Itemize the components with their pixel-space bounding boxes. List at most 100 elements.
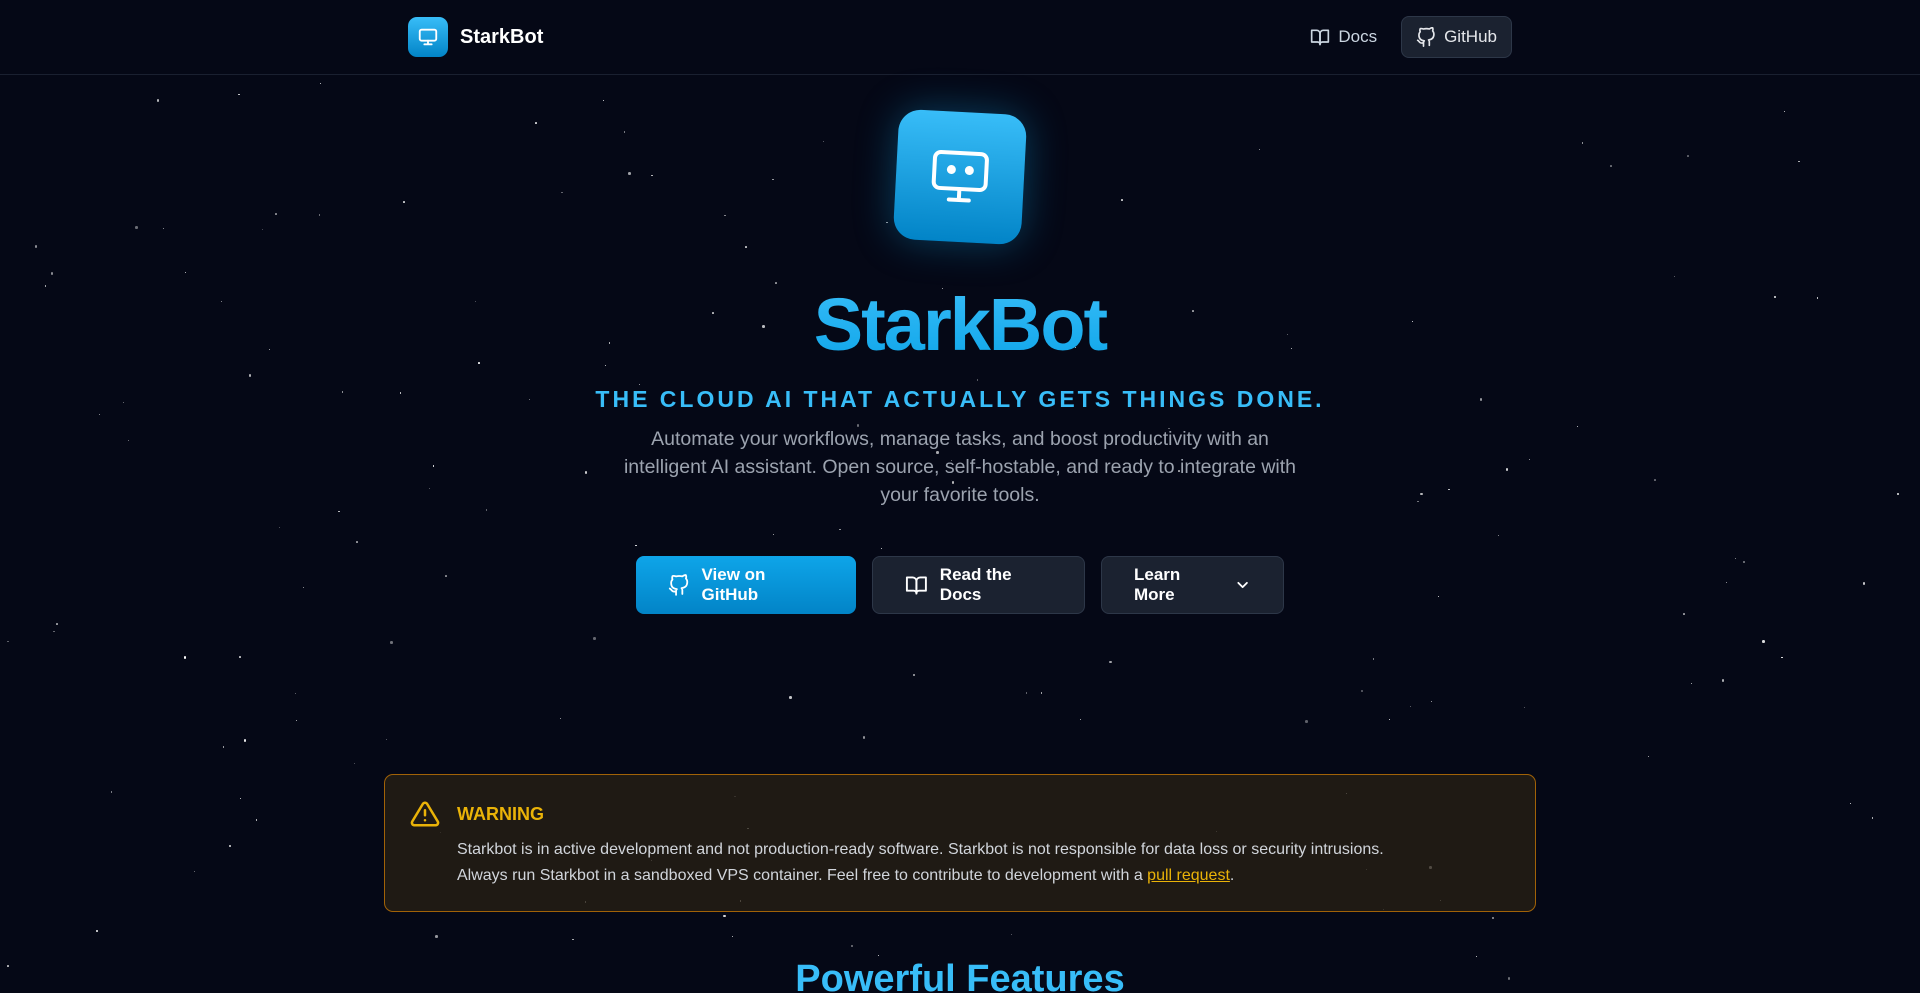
star — [385, 738, 387, 740]
star — [1849, 802, 1852, 805]
read-the-docs-label: Read the Docs — [939, 565, 1012, 604]
star — [561, 191, 563, 194]
star — [261, 228, 263, 231]
star — [628, 172, 631, 175]
star — [53, 631, 55, 633]
star — [1011, 933, 1013, 935]
view-on-github-button[interactable]: View on GitHub — [636, 556, 856, 614]
star — [1647, 756, 1649, 758]
star — [248, 374, 252, 377]
star — [295, 719, 298, 722]
nav-github-label: GitHub — [1444, 27, 1497, 46]
star — [839, 528, 841, 531]
star — [635, 544, 637, 547]
book-icon — [905, 576, 927, 595]
warning-banner: WARNING Starkbot is in active developmen… — [384, 774, 1536, 912]
star — [56, 623, 59, 625]
star — [435, 935, 438, 938]
star — [1448, 488, 1450, 491]
star — [651, 174, 653, 177]
star — [772, 178, 775, 181]
features-heading: Powerful Features — [795, 958, 1125, 993]
nav-docs-link[interactable]: Docs — [1296, 16, 1391, 58]
star — [428, 487, 431, 490]
hero-description: Automate your workflows, manage tasks, a… — [623, 428, 1297, 506]
brand[interactable]: StarkBot — [408, 17, 543, 57]
read-the-docs-button[interactable]: Read the Docs — [872, 556, 1085, 614]
warning-line-1: Starkbot is in active development and no… — [457, 841, 1384, 858]
star — [338, 510, 340, 513]
star — [110, 791, 113, 793]
warning-line-2: Always run Starkbot in a sandboxed VPS c… — [457, 863, 1507, 889]
star — [877, 955, 879, 957]
star — [862, 736, 866, 739]
star — [623, 131, 626, 133]
star — [1498, 534, 1500, 536]
star — [95, 929, 99, 933]
star — [1528, 458, 1531, 461]
star — [1505, 468, 1509, 471]
star — [193, 870, 196, 873]
star — [603, 99, 605, 101]
book-icon — [1311, 29, 1330, 46]
pull-request-link[interactable]: pull request — [1147, 867, 1230, 884]
star — [183, 656, 187, 659]
star — [1430, 701, 1432, 703]
star — [976, 379, 979, 381]
star — [1040, 692, 1043, 694]
star — [1762, 640, 1765, 643]
star — [356, 541, 359, 544]
star — [1389, 718, 1391, 720]
star — [255, 819, 258, 821]
star — [1721, 679, 1725, 682]
top-navbar: StarkBot Docs GitHub — [0, 0, 1920, 75]
star — [772, 533, 775, 535]
star — [1259, 149, 1261, 151]
nav-github-button[interactable]: GitHub — [1401, 16, 1512, 58]
star — [34, 245, 38, 248]
star — [724, 214, 726, 217]
star — [732, 936, 734, 938]
star — [1360, 689, 1364, 693]
learn-more-label: Learn More — [1134, 565, 1181, 604]
star — [156, 99, 160, 102]
star — [1416, 500, 1419, 503]
star — [1420, 492, 1423, 496]
star — [275, 213, 278, 215]
star — [593, 637, 596, 640]
robot-monitor-icon — [892, 108, 1028, 246]
star — [1784, 110, 1786, 112]
star — [99, 413, 101, 416]
learn-more-button[interactable]: Learn More — [1101, 556, 1284, 614]
star — [886, 221, 888, 224]
star — [1781, 656, 1784, 659]
page: StarkBot Docs GitHub StarkBot THE CLOUD … — [0, 0, 1920, 993]
star — [239, 797, 242, 800]
star — [638, 383, 640, 385]
view-on-github-label: View on GitHub — [701, 565, 766, 604]
star — [1581, 142, 1584, 144]
star — [50, 272, 54, 275]
star — [1025, 692, 1028, 694]
star — [238, 93, 240, 96]
hero-title: StarkBot — [0, 282, 1920, 367]
star — [535, 122, 538, 124]
star — [723, 914, 726, 918]
star — [912, 673, 916, 677]
star — [1121, 199, 1123, 201]
star — [1690, 682, 1693, 685]
warning-line-2-suffix: . — [1229, 867, 1235, 884]
star — [572, 938, 574, 941]
star — [320, 82, 322, 84]
star — [823, 140, 825, 142]
star — [1305, 720, 1308, 723]
github-icon — [1416, 27, 1435, 47]
warning-line-2-prefix: Always run Starkbot in a sandboxed VPS c… — [457, 867, 1148, 884]
star — [390, 641, 393, 644]
star — [162, 227, 164, 229]
monitor-icon — [408, 17, 448, 57]
star — [1896, 492, 1900, 496]
star — [353, 762, 355, 764]
star — [1079, 718, 1082, 721]
star — [295, 692, 297, 694]
